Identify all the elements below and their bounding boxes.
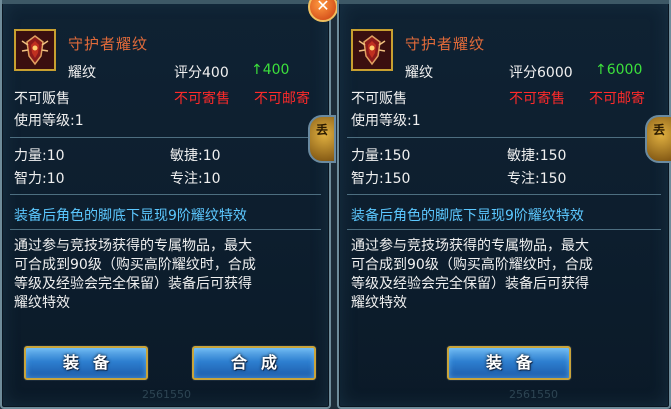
description-line: 等级及经验会完全保留）装备后可获得 [14, 276, 252, 292]
description-line: 通过参与竞技场获得的专属物品，最大 [14, 238, 252, 254]
equip-effect-text: 装备后角色的脚底下显现9阶耀纹特效 [351, 208, 584, 224]
side-tab[interactable]: 丢 [308, 115, 336, 163]
equip-button[interactable]: 装备 [24, 346, 148, 380]
item-type: 耀纹 [405, 65, 433, 81]
stat-agility: 敏捷:150 [507, 148, 567, 164]
item-score: 评分6000 [509, 65, 573, 81]
not-sellable: 不可贩售 [351, 91, 407, 107]
item-icon-frame[interactable] [351, 29, 393, 71]
stat-focus: 专注:10 [170, 171, 221, 187]
stat-strength: 力量:150 [351, 148, 411, 164]
use-level: 使用等级:1 [14, 113, 84, 129]
item-score: 评分400 [174, 65, 229, 81]
stat-intellect: 智力:150 [351, 171, 411, 187]
not-consignable: 不可寄售 [174, 91, 230, 107]
stat-focus: 专注:150 [507, 171, 567, 187]
item-name: 守护者耀纹 [405, 35, 486, 53]
divider [10, 137, 321, 138]
item-icon-frame[interactable] [14, 29, 56, 71]
equip-effect-text: 装备后角色的脚底下显现9阶耀纹特效 [14, 208, 247, 224]
not-sellable: 不可贩售 [14, 91, 70, 107]
use-level: 使用等级:1 [351, 113, 421, 129]
item-name: 守护者耀纹 [68, 35, 149, 53]
background-number: 2561550 [142, 388, 191, 401]
equip-button-label: 装备 [62, 353, 123, 372]
score-increase: ↑6000 [595, 62, 643, 78]
equip-button[interactable]: 装备 [447, 346, 571, 380]
stat-strength: 力量:10 [14, 148, 65, 164]
emblem-icon [353, 31, 391, 69]
emblem-icon [16, 31, 54, 69]
description-line: 可合成到90级（购买高阶耀纹时，合成 [14, 257, 256, 273]
panel-top-strip [2, 0, 329, 4]
background-number: 2561550 [509, 388, 558, 401]
description-line: 可合成到90级（购买高阶耀纹时，合成 [351, 257, 593, 273]
stat-intellect: 智力:10 [14, 171, 65, 187]
merge-button[interactable]: 合成 [192, 346, 316, 380]
not-mailable: 不可邮寄 [589, 91, 645, 107]
not-consignable: 不可寄售 [509, 91, 565, 107]
divider [347, 194, 661, 195]
divider [10, 229, 321, 230]
divider [347, 137, 661, 138]
description-line: 通过参与竞技场获得的专属物品，最大 [351, 238, 589, 254]
description-line: 等级及经验会完全保留）装备后可获得 [351, 276, 589, 292]
equip-button-label: 装备 [485, 353, 546, 372]
item-type: 耀纹 [68, 65, 96, 81]
panel-top-strip [339, 0, 669, 4]
description-line: 耀纹特效 [14, 295, 70, 311]
merge-button-label: 合成 [230, 353, 291, 372]
stat-agility: 敏捷:10 [170, 148, 221, 164]
side-tab[interactable]: 丢 [645, 115, 671, 163]
item-tooltip-right: 守护者耀纹 耀纹 评分6000 ↑6000 不可贩售 不可寄售 不可邮寄 使用等… [337, 0, 671, 409]
score-increase: ↑400 [251, 62, 290, 78]
divider [10, 194, 321, 195]
not-mailable: 不可邮寄 [254, 91, 310, 107]
item-tooltip-left: 守护者耀纹 耀纹 评分400 ↑400 不可贩售 不可寄售 不可邮寄 使用等级:… [0, 0, 338, 409]
description-line: 耀纹特效 [351, 295, 407, 311]
divider [347, 229, 661, 230]
